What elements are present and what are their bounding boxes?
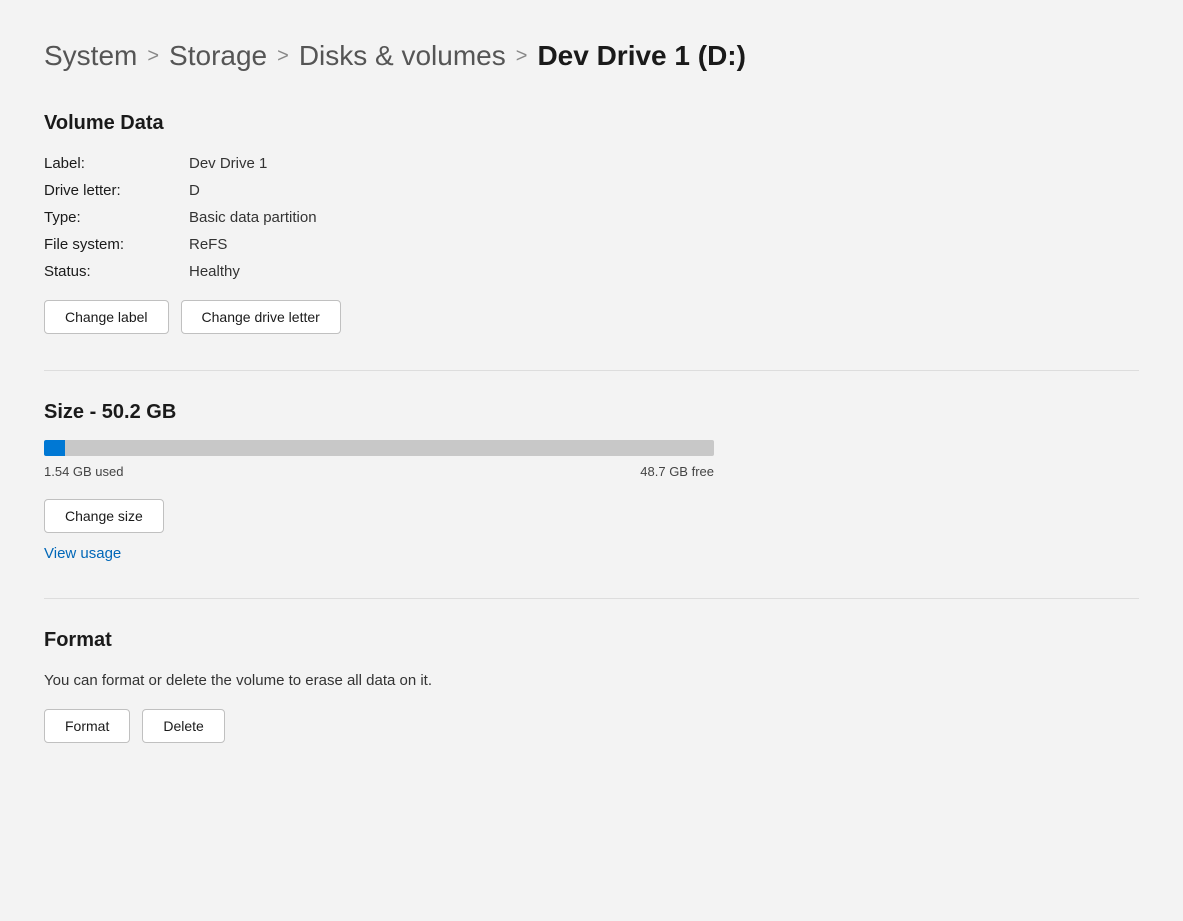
size-buttons: Change size xyxy=(44,499,1139,533)
storage-bar-labels: 1.54 GB used 48.7 GB free xyxy=(44,464,714,479)
used-label: 1.54 GB used xyxy=(44,464,124,479)
divider-2 xyxy=(44,598,1139,599)
breadcrumb-separator-3: > xyxy=(516,45,528,68)
view-usage-link[interactable]: View usage xyxy=(44,545,1139,562)
divider-1 xyxy=(44,370,1139,371)
free-label: 48.7 GB free xyxy=(640,464,714,479)
change-drive-letter-button[interactable]: Change drive letter xyxy=(181,300,341,334)
size-title: Size - 50.2 GB xyxy=(44,401,1139,424)
status-value: Healthy xyxy=(189,263,240,280)
label-field-value: Dev Drive 1 xyxy=(189,155,267,172)
file-system-label: File system: xyxy=(44,236,189,253)
format-title: Format xyxy=(44,629,1139,652)
file-system-row: File system: ReFS xyxy=(44,236,1139,253)
breadcrumb-system[interactable]: System xyxy=(44,40,137,72)
volume-data-title: Volume Data xyxy=(44,112,1139,135)
breadcrumb-separator-1: > xyxy=(147,45,159,68)
status-label: Status: xyxy=(44,263,189,280)
breadcrumb-disks-volumes[interactable]: Disks & volumes xyxy=(299,40,506,72)
type-value: Basic data partition xyxy=(189,209,317,226)
format-description: You can format or delete the volume to e… xyxy=(44,672,1139,689)
label-field-label: Label: xyxy=(44,155,189,172)
drive-letter-row: Drive letter: D xyxy=(44,182,1139,199)
status-row: Status: Healthy xyxy=(44,263,1139,280)
format-button[interactable]: Format xyxy=(44,709,130,743)
volume-buttons: Change label Change drive letter xyxy=(44,300,1139,334)
breadcrumb-separator-2: > xyxy=(277,45,289,68)
type-row: Type: Basic data partition xyxy=(44,209,1139,226)
volume-data-section: Volume Data Label: Dev Drive 1 Drive let… xyxy=(44,112,1139,334)
file-system-value: ReFS xyxy=(189,236,227,253)
breadcrumb-storage[interactable]: Storage xyxy=(169,40,267,72)
storage-bar-used xyxy=(44,440,65,456)
size-section: Size - 50.2 GB 1.54 GB used 48.7 GB free… xyxy=(44,401,1139,562)
type-label: Type: xyxy=(44,209,189,226)
format-section: Format You can format or delete the volu… xyxy=(44,629,1139,743)
format-buttons: Format Delete xyxy=(44,709,1139,743)
breadcrumb: System > Storage > Disks & volumes > Dev… xyxy=(44,40,1139,72)
storage-bar xyxy=(44,440,714,456)
delete-button[interactable]: Delete xyxy=(142,709,224,743)
drive-letter-label: Drive letter: xyxy=(44,182,189,199)
drive-letter-value: D xyxy=(189,182,200,199)
change-size-button[interactable]: Change size xyxy=(44,499,164,533)
breadcrumb-current: Dev Drive 1 (D:) xyxy=(537,40,746,72)
label-row: Label: Dev Drive 1 xyxy=(44,155,1139,172)
change-label-button[interactable]: Change label xyxy=(44,300,169,334)
